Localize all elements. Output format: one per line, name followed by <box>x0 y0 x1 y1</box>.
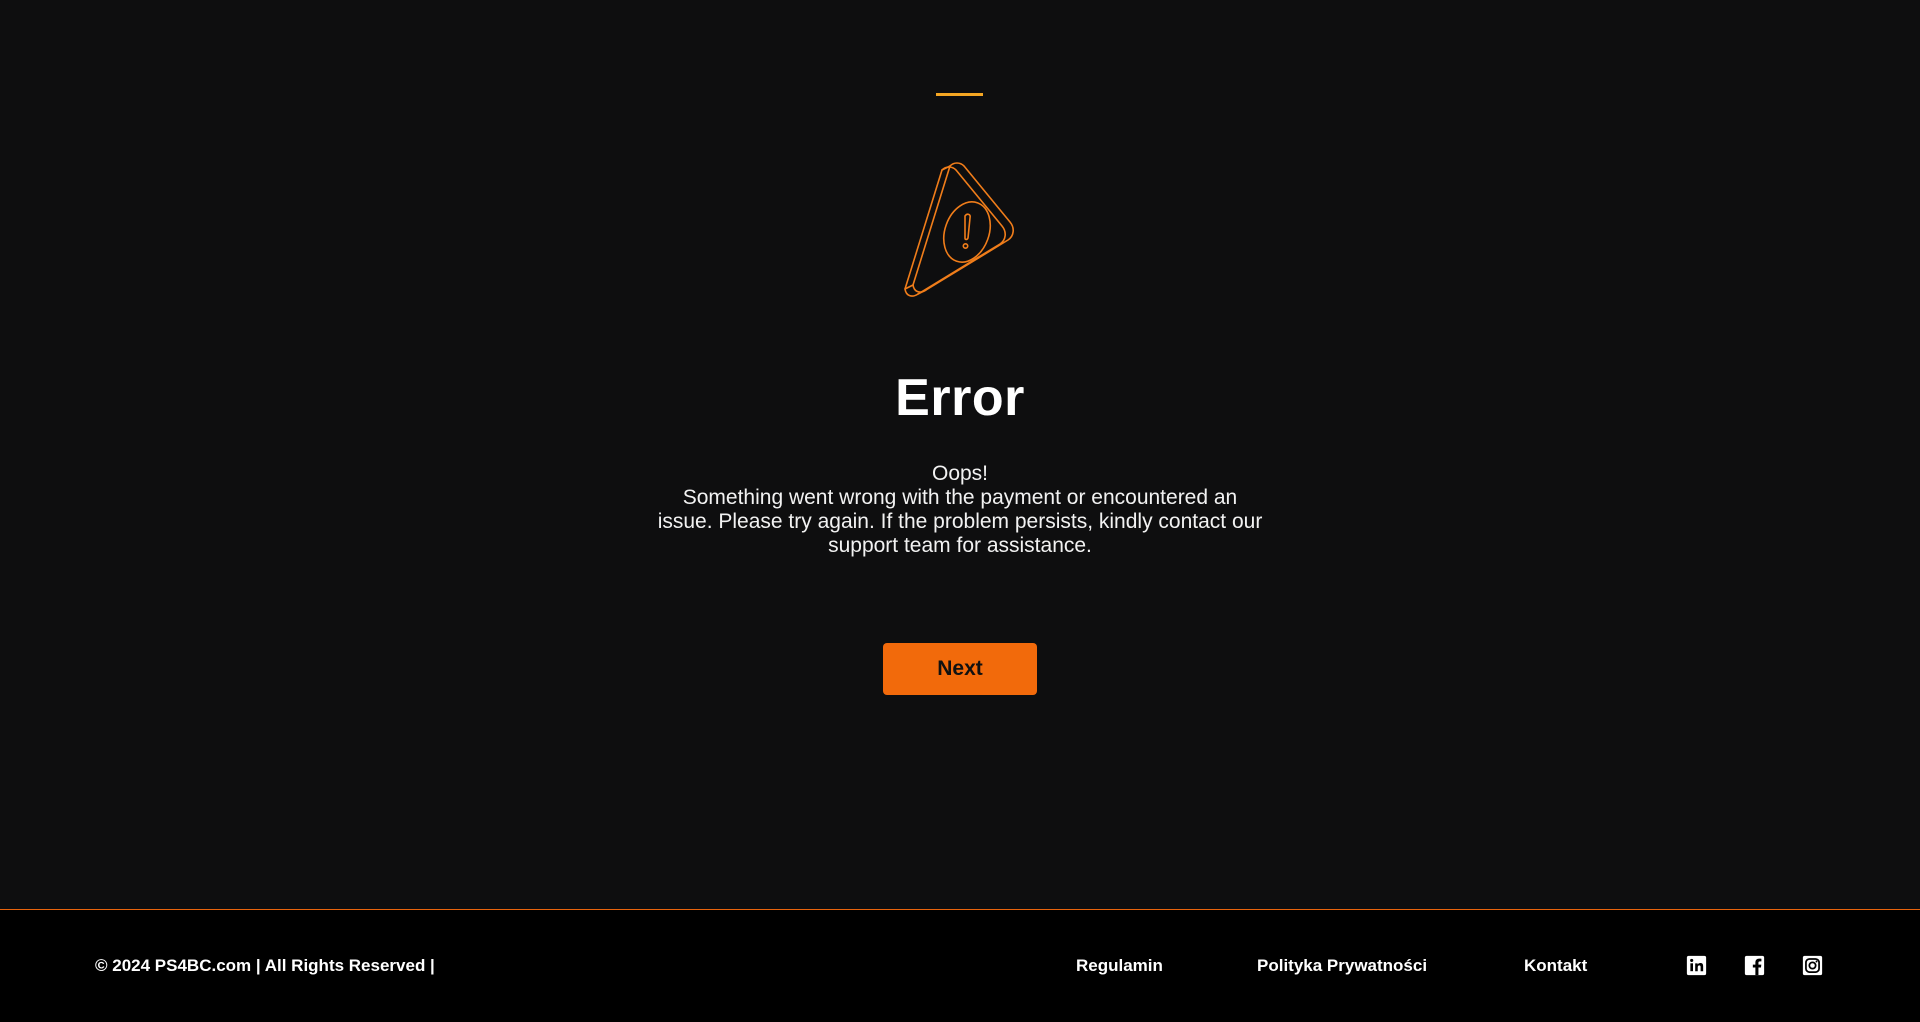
error-message: Oops! Something went wrong with the paym… <box>630 462 1290 558</box>
footer-link-regulamin[interactable]: Regulamin <box>1076 956 1163 976</box>
facebook-icon[interactable] <box>1744 955 1765 976</box>
error-page: Error Oops! Something went wrong with th… <box>0 0 1920 1022</box>
linkedin-icon[interactable] <box>1686 955 1707 976</box>
message-line: Oops! <box>931 462 989 485</box>
message-line: Something went wrong with the payment or… <box>682 486 1238 509</box>
message-line: support team for assistance. <box>828 534 1092 557</box>
footer: © 2024 PS4BC.com | All Rights Reserved |… <box>0 909 1920 1022</box>
main-content: Error Oops! Something went wrong with th… <box>0 0 1920 909</box>
footer-link-kontakt[interactable]: Kontakt <box>1524 956 1587 976</box>
page-title: Error <box>895 369 1025 427</box>
message-line: issue. Please try again. If the problem … <box>657 510 1263 533</box>
warning-triangle-icon <box>904 162 1014 297</box>
next-button[interactable]: Next <box>883 643 1037 695</box>
footer-link-privacy-policy[interactable]: Polityka Prywatności <box>1257 956 1427 976</box>
instagram-icon[interactable] <box>1802 955 1823 976</box>
copyright-text: © 2024 PS4BC.com | All Rights Reserved | <box>95 956 435 975</box>
accent-divider <box>936 93 983 96</box>
